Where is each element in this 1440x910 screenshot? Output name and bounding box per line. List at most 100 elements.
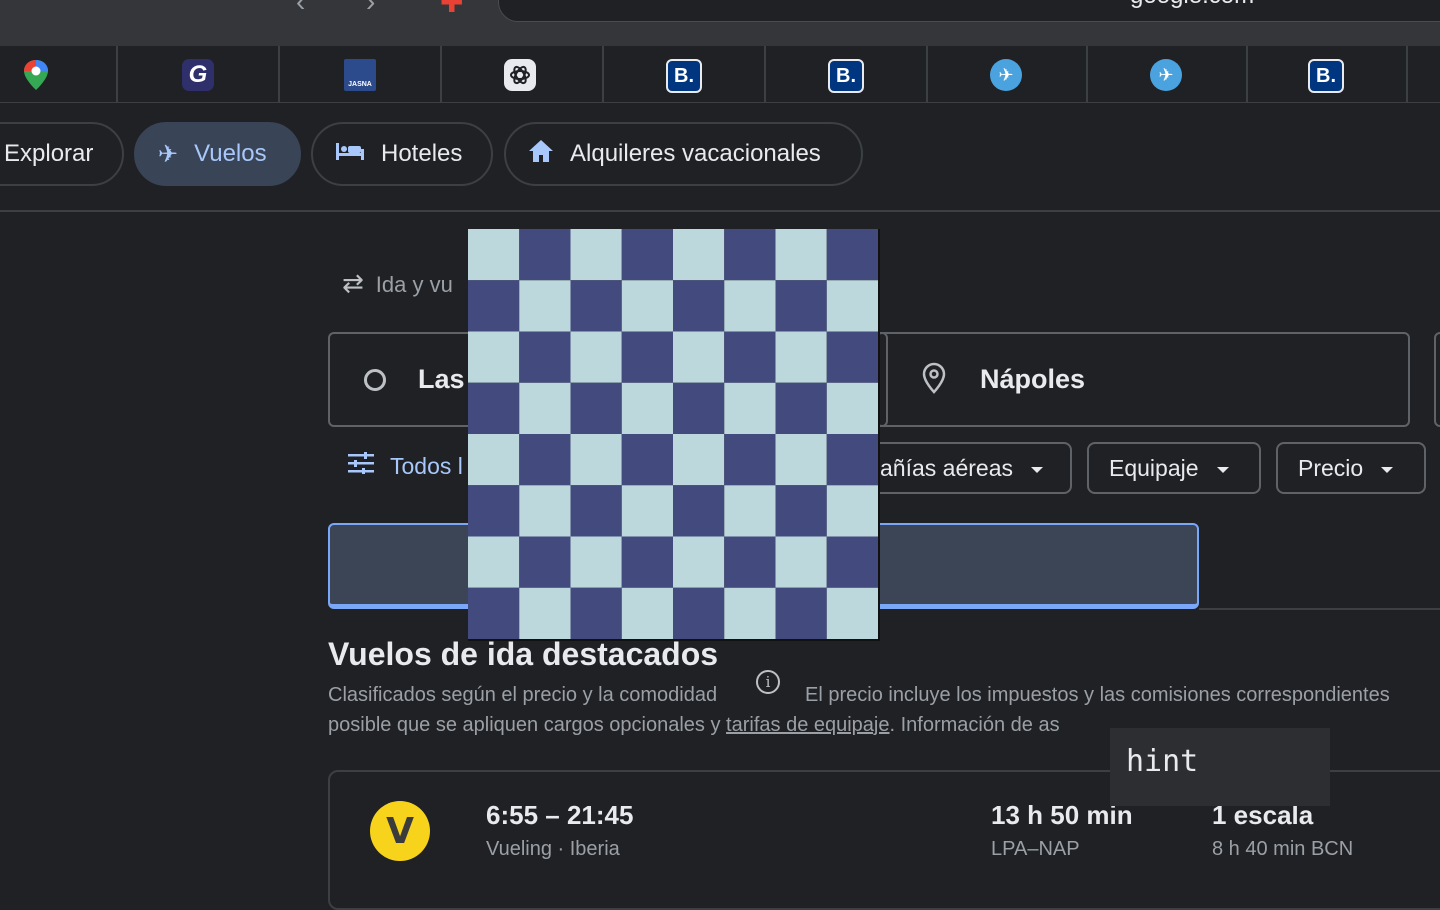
bookmark-maps[interactable]: [0, 46, 118, 102]
checker-square: [775, 434, 827, 486]
checker-square: [724, 229, 776, 281]
jasna-icon: JASNA: [344, 59, 376, 91]
checker-square: [468, 331, 520, 383]
checker-square: [468, 280, 520, 332]
destination-value: Nápoles: [980, 364, 1086, 394]
checker-square: [519, 229, 571, 281]
google-maps-icon: [20, 59, 52, 91]
checker-square: [775, 536, 827, 588]
trip-type-label: Ida y vu: [375, 272, 453, 297]
tab-flights-label: Vuelos: [194, 140, 267, 167]
checker-square: [775, 587, 827, 639]
checker-square: [519, 536, 571, 588]
checker-square: [724, 587, 776, 639]
bookmark-chatgpt[interactable]: [440, 46, 604, 102]
vueling-logo: V: [370, 801, 430, 861]
extension-icon[interactable]: ✚: [440, 0, 463, 19]
bookmark-jasna[interactable]: JASNA: [278, 46, 442, 102]
checkerboard-image: [468, 229, 880, 641]
filter-sliders-icon: [348, 452, 374, 480]
forward-icon[interactable]: ›: [366, 0, 375, 18]
info-icon[interactable]: i: [756, 670, 780, 694]
airlines-filter[interactable]: añías aéreas: [850, 442, 1072, 494]
checker-square: [826, 331, 878, 383]
baggage-fees-link[interactable]: tarifas de equipaje: [726, 714, 889, 736]
checker-square: [673, 587, 725, 639]
fees-text-pre: posible que se apliquen cargos opcionale…: [328, 714, 727, 736]
back-icon[interactable]: ‹: [296, 0, 305, 18]
plane-icon: ✈: [990, 59, 1022, 91]
checker-square: [519, 485, 571, 537]
checker-square: [621, 280, 673, 332]
all-filters-button[interactable]: Todos l: [348, 452, 463, 480]
location-pin-icon: [922, 362, 946, 394]
dropdown-caret-icon: [1216, 467, 1229, 473]
checker-square: [826, 485, 878, 537]
checker-square: [673, 434, 725, 486]
booking-icon: B.: [666, 59, 702, 93]
price-filter[interactable]: Precio: [1276, 442, 1426, 494]
address-bar[interactable]: [498, 0, 1440, 22]
section-title: Vuelos de ida destacados: [328, 636, 719, 672]
bookmark-booking-3[interactable]: B.: [1246, 46, 1408, 102]
tab-hotels[interactable]: Hoteles: [311, 122, 493, 186]
checker-square: [621, 434, 673, 486]
airlines-filter-label: añías aéreas: [880, 454, 1013, 481]
dropdown-caret-icon: [1030, 467, 1043, 473]
price-filter-label: Precio: [1298, 454, 1364, 481]
bookmark-booking-1[interactable]: B.: [602, 46, 766, 102]
checker-square: [673, 229, 725, 281]
checker-square: [673, 485, 725, 537]
fees-text-post: . Información de as: [889, 714, 1060, 736]
bookmark-booking-2[interactable]: B.: [764, 46, 928, 102]
trip-type-select[interactable]: ⇄ Ida y vu: [342, 268, 453, 299]
date-field[interactable]: [1434, 332, 1440, 427]
checker-square: [724, 382, 776, 434]
all-filters-label: Todos l: [390, 452, 463, 479]
tab-vacation-rentals[interactable]: Alquileres vacacionales: [504, 122, 863, 186]
checker-square: [826, 587, 878, 639]
tab-explore[interactable]: Explorar: [0, 122, 124, 186]
swap-arrows-icon: ⇄: [342, 268, 364, 298]
tooltip: hint: [1110, 728, 1330, 806]
checker-square: [468, 536, 520, 588]
checker-square: [775, 485, 827, 537]
booking-icon: B.: [828, 59, 864, 93]
checker-square: [775, 229, 827, 281]
dropdown-caret-icon: [1381, 467, 1394, 473]
checker-square: [826, 382, 878, 434]
bookmark-grammarly[interactable]: G: [116, 46, 280, 102]
checker-square: [724, 331, 776, 383]
destination-field[interactable]: Nápoles: [876, 332, 1410, 427]
flight-route: LPA–NAP: [991, 838, 1080, 860]
tab-hotels-label: Hoteles: [381, 140, 463, 167]
checker-square: [621, 229, 673, 281]
grammarly-icon: G: [182, 59, 214, 91]
tab-explore-label: Explorar: [4, 140, 94, 167]
checker-square: [468, 434, 520, 486]
origin-circle-icon: [364, 369, 386, 391]
checker-square: [570, 280, 622, 332]
checker-square: [826, 280, 878, 332]
bookmarks-bar: G JASNA B. B. ✈ ✈ B.: [0, 46, 1440, 103]
checker-square: [570, 331, 622, 383]
checker-square: [775, 382, 827, 434]
house-icon: [528, 139, 554, 170]
tab-flights[interactable]: ✈ Vuelos: [134, 122, 301, 186]
checker-square: [621, 382, 673, 434]
price-note: El precio incluye los impuestos y las co…: [805, 684, 1390, 706]
checker-square: [826, 229, 878, 281]
checker-square: [621, 587, 673, 639]
checker-square: [519, 434, 571, 486]
plane-icon: ✈: [1150, 59, 1182, 91]
flight-layover: 8 h 40 min BCN: [1212, 838, 1354, 860]
checker-square: [468, 229, 520, 281]
checker-square: [570, 485, 622, 537]
checker-square: [621, 536, 673, 588]
checker-square: [621, 485, 673, 537]
checker-square: [775, 280, 827, 332]
baggage-filter[interactable]: Equipaje: [1087, 442, 1261, 494]
bookmark-flights-1[interactable]: ✈: [926, 46, 1088, 102]
checker-square: [519, 331, 571, 383]
bookmark-flights-2[interactable]: ✈: [1086, 46, 1248, 102]
